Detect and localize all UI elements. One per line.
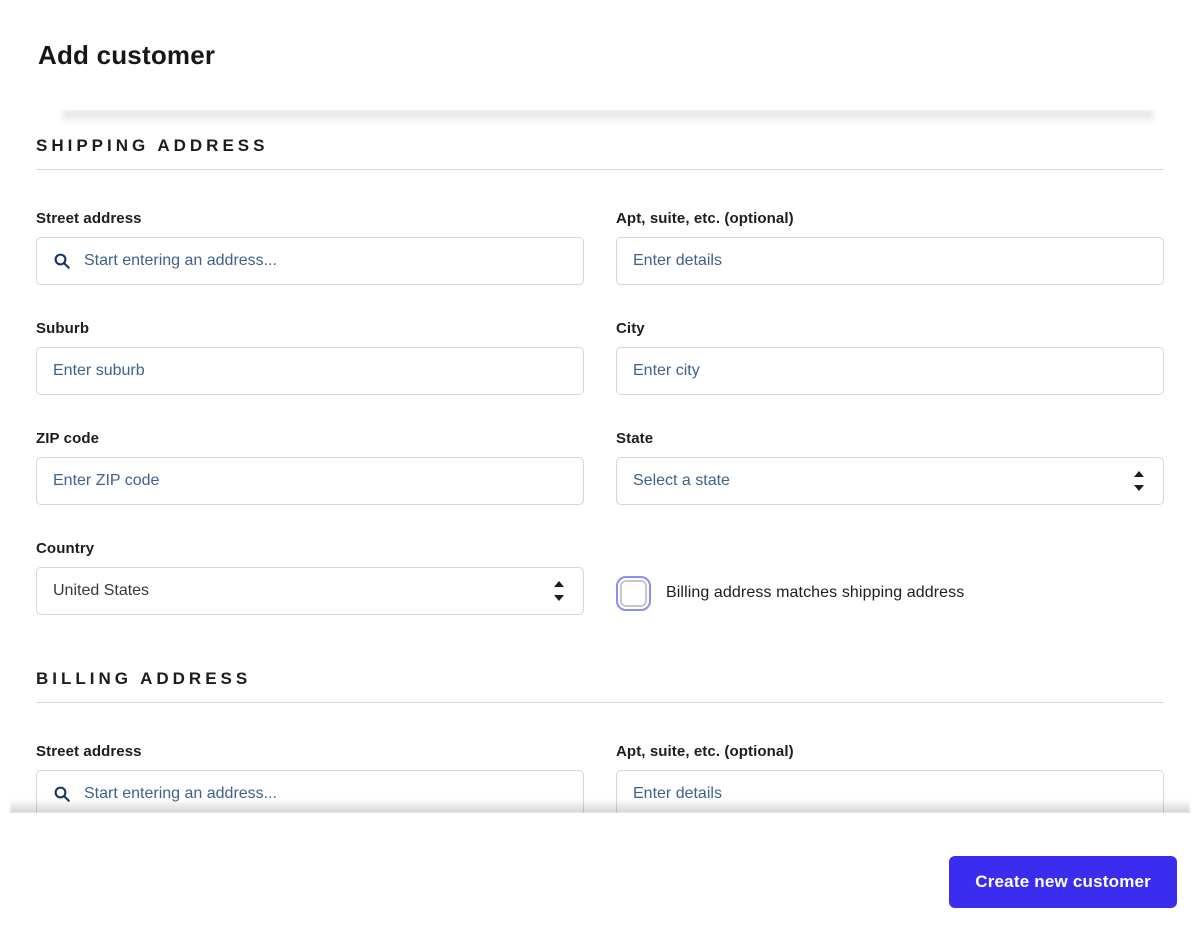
- field-label: City: [616, 320, 645, 337]
- create-new-customer-button[interactable]: Create new customer: [949, 856, 1177, 908]
- billing-street-field: [36, 770, 584, 813]
- page-title: Add customer: [38, 40, 216, 70]
- field-shipping-state: State Select a state: [616, 430, 1164, 505]
- top-scroll-shadow: [62, 110, 1154, 126]
- search-icon: [53, 252, 71, 270]
- field-shipping-country: Country United States: [36, 540, 584, 617]
- shipping-form-grid: Street address Apt, suite, etc. (optiona…: [36, 210, 1164, 617]
- field-label: Apt, suite, etc. (optional): [616, 743, 794, 760]
- arrow-up-icon: [1134, 471, 1144, 477]
- form-scroll-area[interactable]: SHIPPING ADDRESS Street address Start en…: [0, 110, 1200, 813]
- shipping-apt-input[interactable]: [633, 252, 1147, 270]
- field-shipping-street: Street address: [36, 210, 584, 285]
- select-value: Select a state: [633, 472, 730, 489]
- billing-apt-input[interactable]: [633, 785, 1147, 803]
- field-label: Apt, suite, etc. (optional): [616, 210, 794, 227]
- shipping-city-input[interactable]: [633, 362, 1147, 380]
- arrow-down-icon: [1134, 485, 1144, 491]
- footer-bar: Create new customer: [0, 813, 1200, 934]
- shipping-suburb-input[interactable]: [53, 362, 567, 380]
- shipping-state-select[interactable]: Select a state: [616, 457, 1164, 505]
- billing-form-grid: Street address Apt, suite, etc. (optiona…: [36, 743, 1164, 813]
- billing-section-header: BILLING ADDRESS: [36, 669, 1164, 703]
- field-shipping-suburb: Suburb: [36, 320, 584, 395]
- shipping-city-field: [616, 347, 1164, 395]
- billing-street-input[interactable]: [84, 785, 567, 803]
- shipping-zip-field: [36, 457, 584, 505]
- field-label: Street address: [36, 210, 142, 227]
- shipping-suburb-field: [36, 347, 584, 395]
- arrow-up-icon: [554, 581, 564, 587]
- field-label: State: [616, 430, 654, 447]
- select-value: United States: [53, 582, 150, 599]
- field-shipping-city: City: [616, 320, 1164, 395]
- arrow-down-icon: [554, 595, 564, 601]
- field-label: Country: [36, 540, 95, 557]
- field-label: Street address: [36, 743, 142, 760]
- billing-matches-shipping-checkbox[interactable]: Billing address matches shipping address: [616, 569, 1164, 617]
- shipping-street-input[interactable]: [84, 252, 567, 270]
- checkbox-icon: [620, 579, 647, 607]
- checkbox-label[interactable]: Billing address matches shipping address: [666, 584, 964, 602]
- search-icon: [53, 785, 71, 803]
- field-label: ZIP code: [36, 430, 100, 447]
- billing-apt-field: [616, 770, 1164, 813]
- shipping-street-field: [36, 237, 584, 285]
- field-label: Suburb: [36, 320, 90, 337]
- shipping-apt-field: [616, 237, 1164, 285]
- checkbox-focus-ring: [616, 575, 651, 611]
- field-shipping-zip: ZIP code: [36, 430, 584, 505]
- select-arrows-icon: [554, 581, 564, 601]
- shipping-zip-input[interactable]: [53, 472, 567, 490]
- field-shipping-apt: Apt, suite, etc. (optional): [616, 210, 1164, 285]
- field-billing-apt: Apt, suite, etc. (optional): [616, 743, 1164, 813]
- add-customer-page: Add customer SHIPPING ADDRESS Street add…: [0, 0, 1200, 934]
- select-arrows-icon: [1134, 471, 1144, 491]
- shipping-country-select[interactable]: United States: [36, 567, 584, 615]
- field-billing-matches-shipping: Billing address matches shipping address: [616, 540, 1164, 617]
- field-billing-street: Street address: [36, 743, 584, 813]
- shipping-section-header: SHIPPING ADDRESS: [36, 136, 1164, 170]
